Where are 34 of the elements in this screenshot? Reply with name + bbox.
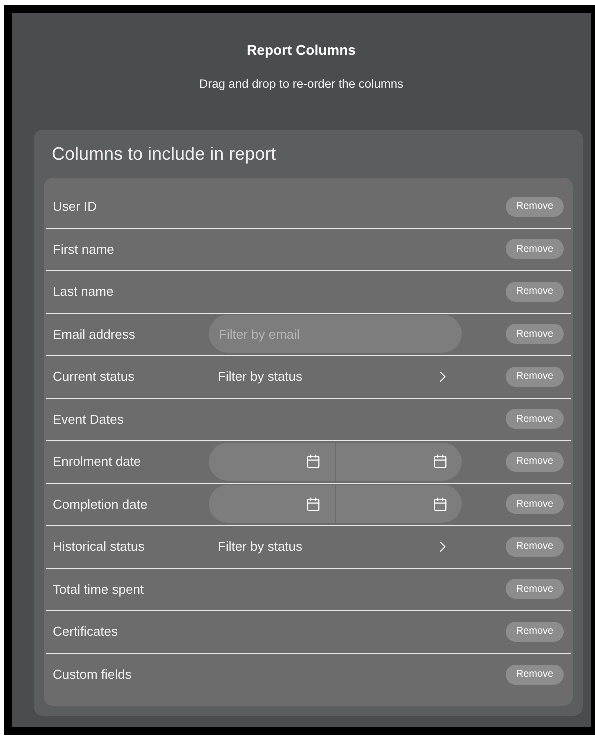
remove-button[interactable]: Remove (506, 282, 564, 302)
remove-button[interactable]: Remove (506, 452, 564, 472)
column-label: Historical status (53, 539, 146, 554)
remove-button[interactable]: Remove (506, 664, 564, 685)
remove-button[interactable]: Remove (506, 622, 564, 642)
column-label: Current status (53, 369, 136, 384)
card-heading: Columns to include in report (52, 143, 278, 166)
column-label: Email address (53, 326, 136, 342)
remove-button[interactable]: Remove (506, 196, 564, 217)
column-label: Event Dates (53, 412, 125, 427)
filter-field[interactable]: Filter by email (209, 315, 462, 354)
column-label: Custom fields (53, 667, 133, 682)
calendar-icon[interactable] (433, 496, 448, 512)
calendar-icon[interactable] (306, 454, 321, 470)
column-label: Total time spent (53, 582, 146, 597)
remove-button[interactable]: Remove (506, 239, 564, 260)
remove-button[interactable]: Remove (506, 536, 564, 557)
column-label: Completion date (53, 496, 149, 512)
column-label: First name (53, 242, 116, 257)
remove-button[interactable]: Remove (506, 409, 564, 430)
status-dropdown[interactable]: Filter by status (209, 528, 462, 566)
column-label: Certificates (53, 624, 120, 640)
remove-button[interactable]: Remove (506, 494, 564, 514)
calendar-icon[interactable] (433, 454, 448, 470)
calendar-icon[interactable] (306, 496, 321, 512)
dialog-subtitle: Drag and drop to re-order the columns (198, 76, 405, 92)
remove-button[interactable]: Remove (506, 366, 564, 387)
status-dropdown[interactable]: Filter by status (209, 358, 462, 396)
remove-button[interactable]: Remove (506, 324, 564, 344)
column-label: Last name (53, 284, 115, 300)
remove-button[interactable]: Remove (506, 579, 564, 600)
dialog-title: Report Columns (246, 41, 357, 59)
column-label: User ID (53, 199, 98, 214)
column-label: Enrolment date (53, 454, 142, 470)
